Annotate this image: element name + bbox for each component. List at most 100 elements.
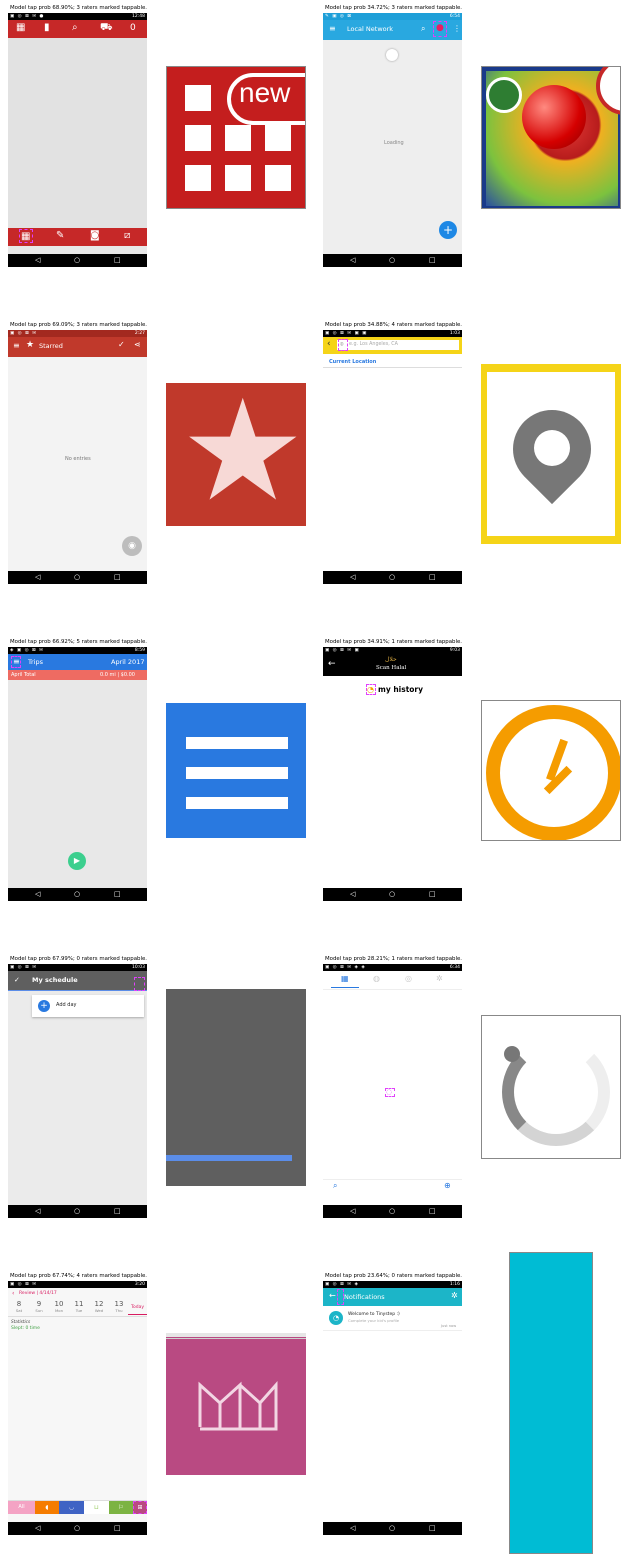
back-arrow-icon[interactable]: ← [328,659,336,669]
back-icon[interactable]: ◁ [35,573,40,582]
share-icon[interactable]: ⋖ [134,340,141,349]
wrench-icon[interactable]: ✎ [56,230,64,241]
recents-icon[interactable]: □ [114,573,121,582]
new-badge-text: new [239,77,291,108]
notebook-icon[interactable]: ▮ [44,22,50,33]
android-nav-bar: ◁ ○ □ [8,254,147,267]
back-icon[interactable]: ◁ [35,890,40,899]
day-cell[interactable]: 10 Mon [52,1300,66,1313]
recents-icon[interactable]: □ [429,1207,436,1216]
notification-item[interactable]: ◔ Welcome to Tinystep :) Complete your k… [323,1308,462,1331]
home-icon[interactable]: ○ [74,890,80,899]
settings-icon[interactable]: ✲ [451,1291,458,1300]
tab-bar: ▦ ◍ ◎ ✲ [323,971,462,990]
bottle-icon[interactable]: ◖ [35,1501,59,1514]
android-nav-bar: ◁ ○ □ [8,1205,147,1218]
search-icon[interactable]: ⌕ [421,24,425,34]
back-icon[interactable]: ◁ [35,256,40,265]
day-cell[interactable]: 13 Thu [112,1300,126,1313]
back-chevron-icon[interactable]: ‹ [12,1290,14,1297]
back-icon[interactable]: ◁ [35,1207,40,1216]
back-icon[interactable]: ◁ [350,890,355,899]
recents-icon[interactable]: □ [429,573,436,582]
home-icon[interactable]: ○ [389,573,395,582]
bath-icon[interactable]: ⊔ [84,1501,109,1514]
home-icon[interactable]: ○ [74,256,80,265]
location-input[interactable]: ⌾ e.g. Los Angeles, CA [337,340,459,350]
flag-icon[interactable]: ⚐ [109,1501,133,1514]
back-icon[interactable]: ◁ [350,256,355,265]
calendar-icon[interactable]: ▦ [16,22,25,33]
screenshot-1: ▣ ◎ ⊠ ✉ ● 12:48 ▦ ▮ ⌕ ⛟ 0 ▦ ✎ ◙ ⧄ ◁ ○ □ [8,13,147,267]
add-fab[interactable]: + [439,221,457,239]
edit-icon[interactable]: ⧄ [124,230,130,241]
red-ball-icon [522,85,586,149]
add-day-card[interactable]: + Add day [32,995,144,1017]
compass-icon[interactable]: ◎ [405,974,412,983]
wifi-fab-icon[interactable]: ◉ [122,536,142,556]
recents-icon[interactable]: □ [429,256,436,265]
recents-icon[interactable]: □ [114,256,121,265]
app-bar: ✓ My schedule [8,971,147,991]
clock-icon[interactable]: ◔ [367,685,374,694]
menu-icon[interactable]: ≡ [13,341,20,350]
element-crop-9 [166,1333,306,1475]
grid-icon[interactable]: ▦ [341,974,349,983]
add-icon[interactable]: + [38,1000,50,1012]
add-circle-icon[interactable]: ⊕ [444,1181,451,1190]
day-cell[interactable]: 11 Tue [72,1300,86,1313]
app-bar: ← حلال Scan Halal [323,654,462,676]
back-icon[interactable]: ◁ [350,573,355,582]
recents-icon[interactable]: □ [429,1524,436,1533]
search-icon[interactable]: ⌕ [72,22,78,33]
check-icon[interactable]: ✓ [118,340,125,349]
cart-icon[interactable]: ⛟ [100,22,113,35]
search-icon[interactable]: ⌕ [333,1181,337,1191]
recents-icon[interactable]: □ [114,890,121,899]
home-icon[interactable]: ○ [389,256,395,265]
day-cell[interactable]: 8 Sat [12,1300,26,1313]
today-tab[interactable]: Today [131,1305,144,1310]
app-bar: ≡ Trips April 2017 [8,654,147,670]
android-nav-bar: ◁ ○ □ [8,1522,147,1535]
history-label[interactable]: my history [378,685,423,694]
recents-icon[interactable]: □ [429,890,436,899]
day-cell[interactable]: 12 Wed [92,1300,106,1313]
recents-icon[interactable]: □ [114,1207,121,1216]
gear-icon[interactable]: ✲ [436,974,443,983]
diaper-icon[interactable]: ◡ [59,1501,84,1514]
caption-4: Model tap prob 34.88%; 4 raters marked t… [325,322,462,328]
menu-icon[interactable]: ≡ [329,24,336,33]
play-button[interactable]: ▶ [68,852,86,870]
check-icon[interactable]: ✓ [14,976,20,984]
home-icon[interactable]: ○ [389,1524,395,1533]
review-header[interactable]: Review | 4/14/17 [19,1291,57,1296]
screenshot-5: ◈ ▣ ◎ ⊠ ✉ 8:59 ≡ Trips April 2017 April T… [8,647,147,901]
android-nav-bar: ◁ ○ □ [8,571,147,584]
recents-icon[interactable]: □ [114,1524,121,1533]
screenshot-8: ▣ ◎ ⊠ ✉ ◈ ◈ 6:34 ▦ ◍ ◎ ✲ ◌ ⌕ ⊕ ◁ ○ □ [323,964,462,1218]
notification-time: Just now [441,1324,457,1328]
back-arrow-icon[interactable]: ← [329,1291,336,1300]
back-icon[interactable]: ◁ [350,1524,355,1533]
back-icon[interactable]: ◁ [35,1524,40,1533]
current-location-link[interactable]: Current Location [329,359,376,365]
android-nav-bar: ◁ ○ □ [323,1205,462,1218]
home-icon[interactable]: ○ [74,1524,80,1533]
home-icon[interactable]: ○ [74,1207,80,1216]
home-icon[interactable]: ○ [389,1207,395,1216]
status-bar: ▣ ◎ ⊠ ✉ ◈ ◈ 6:34 [323,964,462,971]
globe-icon[interactable]: ◍ [373,974,380,983]
home-icon[interactable]: ○ [389,890,395,899]
screenshot-10: ▣ ◎ ⊠ ✉ ◈ 1:16 ← Notifications ✲ ◔ Welcom… [323,1281,462,1535]
day-cell[interactable]: 9 Sun [32,1300,46,1313]
more-options-icon[interactable]: ⋮ [453,24,461,33]
back-arrow-icon[interactable]: ‹ [327,339,331,349]
month-label[interactable]: April 2017 [111,658,144,666]
screenshot-6: ▣ ◎ ⊠ ✉ ▣ 9:03 ← حلال Scan Halal ◔ my his… [323,647,462,901]
tab-all[interactable]: All [8,1501,35,1514]
home-icon[interactable]: ○ [74,573,80,582]
back-icon[interactable]: ◁ [350,1207,355,1216]
tap-highlight [337,1289,344,1305]
camera-icon[interactable]: ◙ [90,230,100,241]
